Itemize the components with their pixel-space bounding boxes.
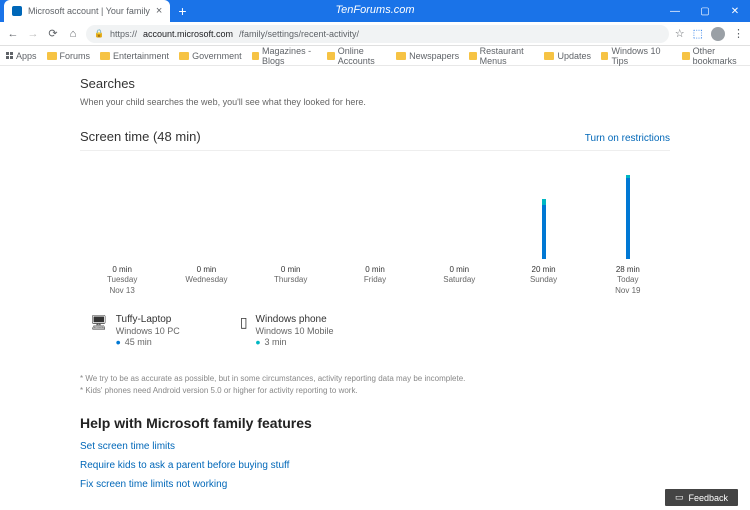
bookmark-folder[interactable]: Magazines - Blogs — [252, 46, 318, 66]
window-close-button[interactable]: ✕ — [720, 6, 750, 17]
device-time: 3 min — [264, 337, 286, 347]
nav-home-button[interactable]: ⌂ — [66, 28, 80, 40]
window-maximize-button[interactable]: ▢ — [690, 6, 720, 17]
bookmark-folder[interactable]: Updates — [544, 51, 591, 61]
feedback-label: Feedback — [688, 493, 728, 503]
window-minimize-button[interactable]: — — [660, 6, 690, 17]
help-link[interactable]: Fix screen time limits not working — [80, 479, 670, 490]
searches-heading: Searches — [80, 76, 670, 91]
chart-bar-column — [80, 169, 164, 259]
apps-icon — [6, 52, 13, 59]
new-tab-button[interactable]: + — [170, 3, 194, 19]
searches-subtitle: When your child searches the web, you'll… — [80, 97, 670, 107]
screentime-heading: Screen time (48 min) — [80, 129, 201, 144]
menu-icon[interactable]: ⋮ — [733, 27, 744, 40]
bookmark-folder[interactable]: Windows 10 Tips — [601, 46, 662, 66]
chart-bar-column — [333, 169, 417, 259]
device-name: Tuffy-Laptop — [116, 314, 180, 325]
tab-close-icon[interactable]: × — [156, 5, 162, 17]
bookmark-folder[interactable]: Restaurant Menus — [469, 46, 534, 66]
chart-day-label: 0 minSaturday — [417, 265, 501, 296]
browser-toolbar: ← → ⟳ ⌂ 🔒 https:// account.microsoft.com /… — [0, 22, 750, 46]
address-bar[interactable]: 🔒 https:// account.microsoft.com/family/s… — [86, 25, 669, 43]
page-content: Searches When your child searches the we… — [0, 66, 750, 510]
url-scheme: https:// — [110, 29, 137, 39]
disclaimer-line: * Kids' phones need Android version 5.0 … — [80, 385, 670, 397]
bookmark-folder[interactable]: Online Accounts — [327, 46, 386, 66]
star-icon[interactable]: ☆ — [675, 27, 685, 40]
bookmark-folder[interactable]: Government — [179, 51, 242, 61]
phone-icon: ▯ — [240, 314, 248, 347]
tab-favicon — [12, 6, 22, 16]
disclaimer-line: * We try to be as accurate as possible, … — [80, 373, 670, 385]
chart-day-label: 20 minSunday — [501, 265, 585, 296]
apps-button[interactable]: Apps — [6, 51, 37, 61]
lock-icon: 🔒 — [94, 29, 104, 38]
bookmark-folder[interactable]: Entertainment — [100, 51, 169, 61]
extension-icon[interactable]: ⬚ — [693, 27, 703, 40]
nav-back-button[interactable]: ← — [6, 28, 20, 40]
chart-day-label: 28 minTodayNov 19 — [586, 265, 670, 296]
turn-on-restrictions-link[interactable]: Turn on restrictions — [585, 133, 670, 144]
help-link[interactable]: Set screen time limits — [80, 441, 670, 452]
chart-bar-column — [417, 169, 501, 259]
other-bookmarks[interactable]: Other bookmarks — [682, 46, 744, 66]
chart-bar-column — [164, 169, 248, 259]
nav-reload-button[interactable]: ⟳ — [46, 27, 60, 40]
chart-day-label: 0 minThursday — [249, 265, 333, 296]
chart-day-label: 0 minWednesday — [164, 265, 248, 296]
browser-tab[interactable]: Microsoft account | Your family × — [4, 0, 170, 22]
device-platform: Windows 10 Mobile — [256, 326, 334, 336]
help-link[interactable]: Require kids to ask a parent before buyi… — [80, 460, 670, 471]
devices-list: 🖥 Tuffy-Laptop Windows 10 PC • 45 min ▯ W… — [80, 314, 670, 347]
device-color-dot: • — [116, 339, 121, 345]
url-path: /family/settings/recent-activity/ — [239, 29, 359, 39]
window-titlebar: Microsoft account | Your family × + TenF… — [0, 0, 750, 22]
url-host: account.microsoft.com — [143, 29, 233, 39]
window-controls: — ▢ ✕ — [660, 6, 750, 17]
watermark-text: TenForums.com — [335, 4, 414, 16]
device-item: ▯ Windows phone Windows 10 Mobile •3 min — [240, 314, 334, 347]
chart-bar-column — [249, 169, 333, 259]
chart-bar-column — [501, 169, 585, 259]
device-item: 🖥 Tuffy-Laptop Windows 10 PC • 45 min — [90, 314, 180, 347]
nav-forward-button[interactable]: → — [26, 28, 40, 40]
screentime-chart: 0 minTuesdayNov 130 minWednesday0 minThu… — [80, 150, 670, 296]
bookmark-folder[interactable]: Forums — [47, 51, 91, 61]
chart-day-label: 0 minFriday — [333, 265, 417, 296]
device-platform: Windows 10 PC — [116, 326, 180, 336]
laptop-icon: 🖥 — [90, 314, 108, 347]
help-links: Set screen time limits Require kids to a… — [80, 441, 670, 490]
bookmark-folder[interactable]: Newspapers — [396, 51, 459, 61]
device-time: 45 min — [125, 337, 152, 347]
help-heading: Help with Microsoft family features — [80, 415, 670, 431]
profile-avatar[interactable] — [711, 27, 725, 41]
disclaimers: * We try to be as accurate as possible, … — [80, 373, 670, 397]
feedback-icon: ▭ — [675, 492, 684, 503]
tab-title: Microsoft account | Your family — [28, 6, 150, 16]
bookmarks-bar: Apps Forums Entertainment Government Mag… — [0, 46, 750, 66]
device-color-dot: • — [256, 339, 261, 345]
chart-day-label: 0 minTuesdayNov 13 — [80, 265, 164, 296]
device-name: Windows phone — [256, 314, 334, 325]
feedback-button[interactable]: ▭ Feedback — [665, 489, 738, 506]
chart-bar-column — [586, 169, 670, 259]
